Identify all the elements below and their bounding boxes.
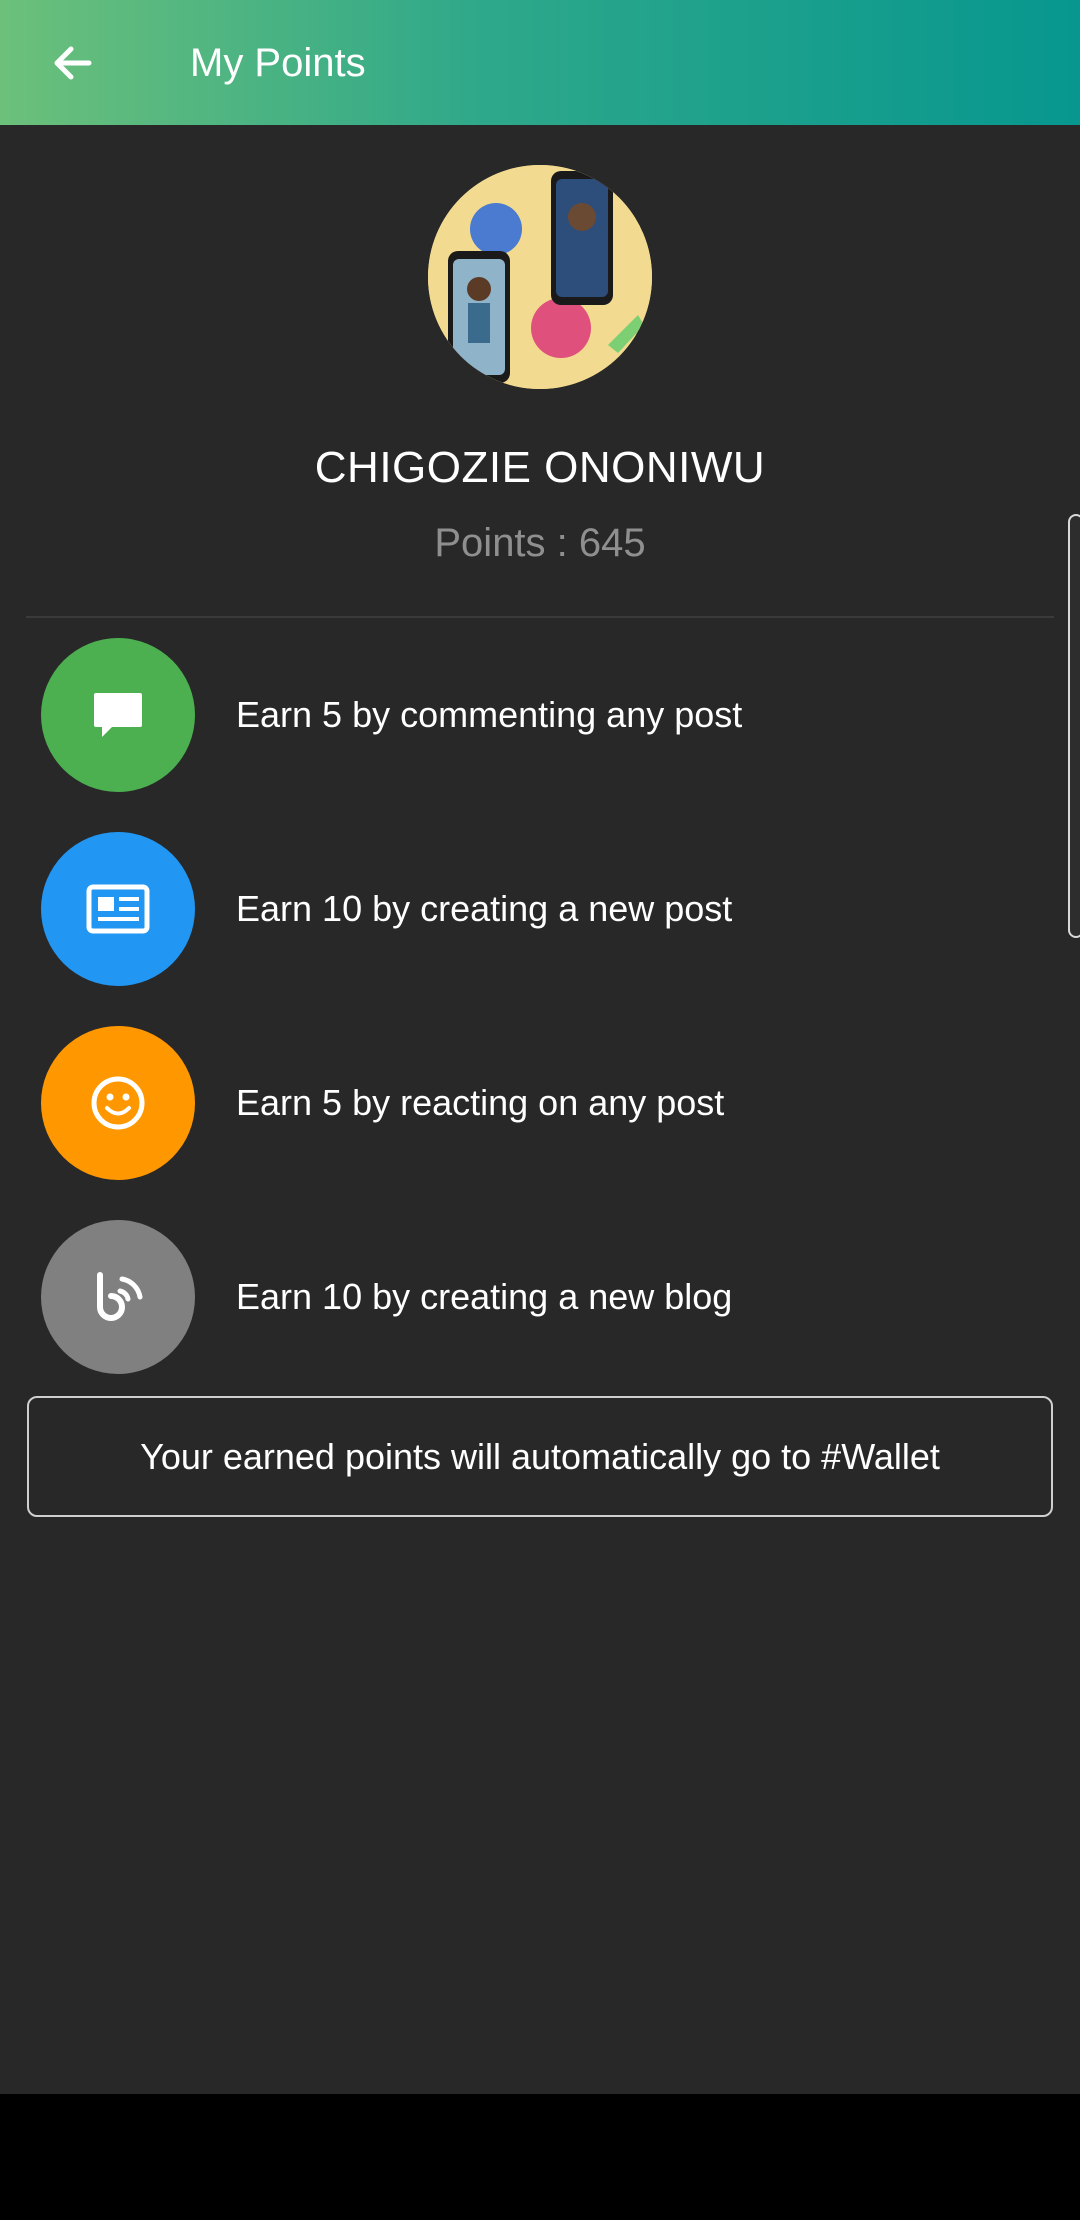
wallet-notice: Your earned points will automatically go… xyxy=(27,1396,1053,1517)
earn-item-label: Earn 5 by reacting on any post xyxy=(236,1082,725,1123)
blog-icon xyxy=(97,1272,143,1321)
avatar-image xyxy=(428,165,652,389)
app-bar: My Points xyxy=(0,0,1080,125)
earn-item-reaction[interactable]: Earn 5 by reacting on any post xyxy=(0,1026,1080,1180)
earn-item-label: Earn 10 by creating a new blog xyxy=(236,1276,733,1317)
earn-icon-circle xyxy=(41,638,195,792)
smiley-icon xyxy=(91,1076,145,1130)
user-name: CHIGOZIE ONONIWU xyxy=(314,443,766,492)
system-navigation-bar xyxy=(0,2094,1080,2220)
points-total: Points : 645 xyxy=(434,521,646,565)
divider xyxy=(26,616,1054,618)
earn-item-comment[interactable]: Earn 5 by commenting any post xyxy=(0,638,1080,792)
back-button[interactable] xyxy=(40,30,106,96)
comment-icon xyxy=(94,693,142,737)
avatar[interactable] xyxy=(428,165,652,389)
page-title: My Points xyxy=(190,41,366,85)
earn-item-post[interactable]: Earn 10 by creating a new post xyxy=(0,832,1080,986)
earn-item-label: Earn 10 by creating a new post xyxy=(236,888,733,929)
arrow-left-icon xyxy=(54,46,92,80)
earn-icon-circle xyxy=(41,1026,195,1180)
earn-item-label: Earn 5 by commenting any post xyxy=(236,694,743,735)
earn-item-blog[interactable]: Earn 10 by creating a new blog xyxy=(0,1220,1080,1374)
earn-icon-circle xyxy=(41,832,195,986)
newspaper-icon xyxy=(86,884,150,934)
earn-icon-circle xyxy=(41,1220,195,1374)
scrollbar[interactable] xyxy=(1068,514,1080,938)
